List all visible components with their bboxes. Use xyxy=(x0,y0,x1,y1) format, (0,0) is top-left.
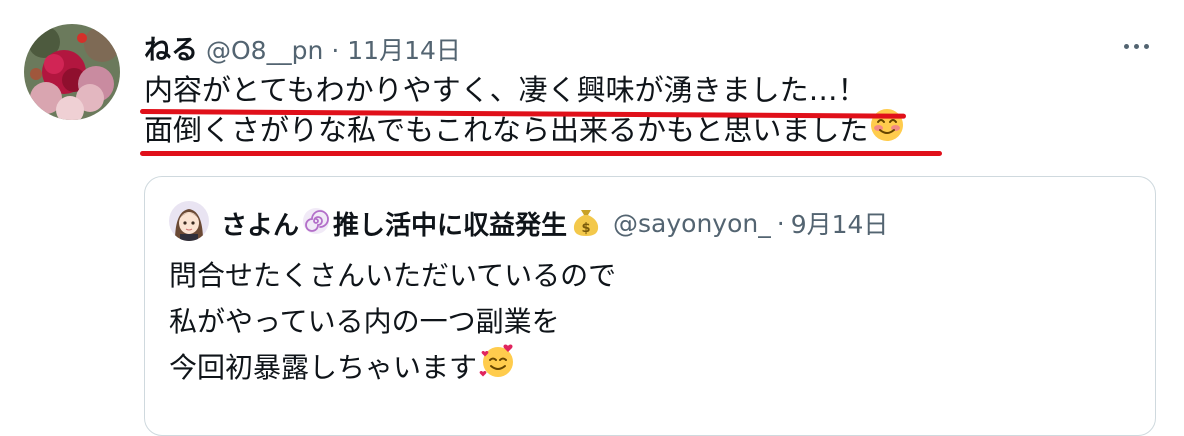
more-options-button[interactable] xyxy=(1110,26,1162,66)
separator-dot: · xyxy=(331,36,340,65)
more-options-icon xyxy=(1123,43,1149,49)
flower-bouquet-avatar xyxy=(24,24,120,120)
swirl-emoji xyxy=(301,206,331,240)
svg-text:$: $ xyxy=(582,221,591,236)
cartoon-girl-avatar xyxy=(169,201,209,241)
author-name[interactable]: ねる xyxy=(144,28,198,67)
quoted-author-name-part1: さよん xyxy=(221,210,300,241)
quoted-tweet-header: さよん 推し活中に収益発生 $ @sayonyon_ · 9月14日 xyxy=(221,205,888,241)
quoted-tweet-body: 問合せたくさんいただいているので 私がやっている内の一つ副業を 今回初暴露しちゃ… xyxy=(169,253,616,391)
tweet[interactable]: ねる @O8__pn · 11月14日 内容がとてもわかりやすく、凄く興味が湧き… xyxy=(0,0,1184,436)
tweet-text-line-1: 内容がとてもわかりやすく、凄く興味が湧きました…！ xyxy=(144,73,867,107)
tweet-header: ねる @O8__pn · 11月14日 xyxy=(144,28,461,67)
quoted-body-line-2: 私がやっている内の一つ副業を xyxy=(169,299,616,345)
tweet-body-line-1: 内容がとてもわかりやすく、凄く興味が湧きました…！ xyxy=(144,70,904,110)
quoted-tweet-card[interactable]: さよん 推し活中に収益発生 $ @sayonyon_ · 9月14日 問合せたく… xyxy=(144,176,1156,436)
quoted-author-handle: @sayonyon_ xyxy=(613,208,771,238)
quoted-text-line-1: 問合せたくさんいただいているので xyxy=(169,259,617,292)
quoted-body-line-1: 問合せたくさんいただいているので xyxy=(169,253,616,299)
quoted-author-avatar[interactable] xyxy=(169,201,209,241)
money-bag-emoji: $ xyxy=(569,204,603,242)
smiling-hearts-emoji xyxy=(479,342,517,394)
highlight-underline-2 xyxy=(140,151,942,156)
quoted-tweet-date: 9月14日 xyxy=(790,210,889,239)
author-avatar[interactable] xyxy=(24,24,120,120)
tweet-date[interactable]: 11月14日 xyxy=(347,31,461,67)
quoted-author-name-part2: 推し活中に収益発生 xyxy=(333,210,568,241)
quoted-text-line-3: 今回初暴露しちゃいます xyxy=(169,351,478,384)
author-handle[interactable]: @O8__pn xyxy=(206,36,323,65)
quoted-text-line-2: 私がやっている内の一つ副業を xyxy=(169,305,560,338)
quoted-body-line-3: 今回初暴露しちゃいます xyxy=(169,342,616,394)
quoted-separator-dot: · xyxy=(776,208,785,238)
